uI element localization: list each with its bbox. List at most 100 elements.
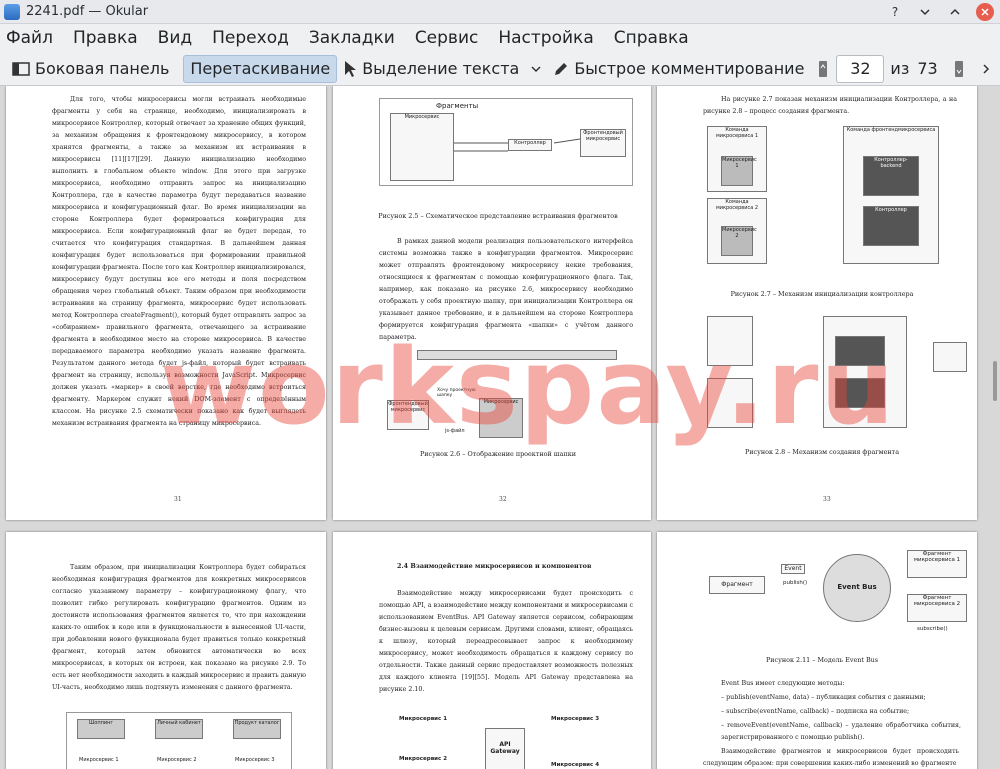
page-34-body-text: Таким образом, при инициализации Контрол… xyxy=(52,564,306,691)
fig-2-9-ms-3: Микросервис 3 xyxy=(235,757,275,763)
figure-2-11-caption: Рисунок 2.11 – Модель Event Bus xyxy=(765,656,879,664)
drag-mode-button[interactable]: Перетаскивание xyxy=(183,54,338,83)
fig-2-11-fragment: Фрагмент xyxy=(709,576,765,594)
figure-2-5-caption: Рисунок 2.5 – Схематическое представлени… xyxy=(378,212,618,220)
page-36-line-3: – subscribe(eventName, callback) – подпи… xyxy=(721,708,910,715)
next-page-button[interactable] xyxy=(952,55,966,83)
cursor-icon xyxy=(345,60,357,77)
fig-2-9-ms-2: Микросервис 2 xyxy=(157,757,197,763)
figure-2-9: Шоппинг Личный кабинет Продукт каталог М… xyxy=(66,712,292,769)
section-heading-2-4: 2.4 Взаимодействие микросервисов и компо… xyxy=(397,562,592,570)
fig-2-5-arrows xyxy=(454,138,581,152)
page-33-body-text: На рисунке 2.7 показан механизм инициали… xyxy=(703,96,957,115)
sidebar-label: Боковая панель xyxy=(35,59,170,78)
fig-2-7-ms-2: Микросервис 2 xyxy=(721,226,757,256)
fig-2-11-fragment-ms-2: Фрагмент микросервиса 2 xyxy=(907,594,967,622)
annotation-dropdown-button[interactable] xyxy=(525,55,547,83)
page-up-icon xyxy=(819,60,828,77)
figure-2-8 xyxy=(707,316,969,436)
fig-2-9-catalog: Продукт каталог xyxy=(233,719,281,739)
page-number-input[interactable]: 32 xyxy=(836,54,885,83)
page-33-number: 33 xyxy=(823,496,831,503)
pdf-page-32: Фрагменты Микросервис Контроллер Фронтен… xyxy=(333,86,651,520)
sidebar-icon xyxy=(12,61,30,76)
fig-2-10-ms-1: Микросервис 1 xyxy=(399,716,448,722)
previous-page-button[interactable] xyxy=(816,55,830,83)
menu-help[interactable]: Справка xyxy=(614,28,689,48)
fig-2-6-js-label: js-файл xyxy=(445,428,465,434)
figure-2-8-caption: Рисунок 2.8 – Механизм создания фрагмент… xyxy=(744,448,900,456)
figure-2-6: Фронтендовый микросервис Микросервис Хоч… xyxy=(385,348,621,448)
page-total: 73 xyxy=(917,59,938,78)
close-button[interactable] xyxy=(976,3,994,21)
menu-file[interactable]: Файл xyxy=(6,28,53,48)
fig-2-6-frontend: Фронтендовый микросервис xyxy=(387,400,429,430)
menu-bookmarks[interactable]: Закладки xyxy=(309,28,395,48)
fig-2-6-microservice: Микросервис xyxy=(479,398,523,438)
page-31-number: 31 xyxy=(174,496,182,503)
fig-2-9-ms-1: Микросервис 1 xyxy=(79,757,119,763)
fig-2-8-team-2 xyxy=(707,378,753,428)
fig-2-5-frontend: Фронтендовый микросервис xyxy=(580,129,626,157)
fig-2-7-controller: Контроллер xyxy=(863,206,919,246)
fig-2-9-shopping: Шоппинг xyxy=(77,719,125,739)
page-35-body-text: Взаимодействие между микросервисами буде… xyxy=(379,590,633,693)
figure-2-10: Микросервис 1 Микросервис 3 Микросервис … xyxy=(399,712,609,769)
fig-2-11-subscribe: subscribe() xyxy=(917,626,948,632)
maximize-button[interactable] xyxy=(946,3,964,21)
menu-edit[interactable]: Правка xyxy=(73,28,138,48)
menu-bar: Файл Правка Вид Переход Закладки Сервис … xyxy=(0,24,1000,52)
document-viewport[interactable]: Для того, чтобы микросервисы могли встра… xyxy=(0,86,1000,769)
quick-annotation-label: Быстрое комментирование xyxy=(574,59,805,78)
menu-go[interactable]: Переход xyxy=(212,28,289,48)
figure-2-6-caption: Рисунок 2.6 – Отображение проектной шапк… xyxy=(420,450,576,458)
fig-2-10-ms-4: Микросервис 4 xyxy=(551,762,600,768)
fig-2-8-controller xyxy=(835,378,885,408)
figure-2-7-caption: Рисунок 2.7 – Механизм инициализации кон… xyxy=(730,290,914,298)
chevron-right-icon xyxy=(983,63,990,74)
fig-2-10-gateway: API Gateway xyxy=(485,728,525,769)
page-36-line-1: Event Bus имеет следующие методы: xyxy=(721,680,845,687)
help-icon[interactable]: ? xyxy=(886,3,904,21)
page-36-line-5: Взаимодействие фрагментов и микросервисо… xyxy=(703,748,959,767)
figure-2-7: Команда микросервиса 1 Микросервис 1 Ком… xyxy=(707,126,939,266)
text-select-button[interactable]: Выделение текста xyxy=(337,55,525,83)
page-down-icon xyxy=(954,60,963,77)
main-toolbar: Боковая панель Перетаскивание Выделение … xyxy=(0,52,1000,86)
fig-2-8-controller-backend xyxy=(835,336,885,366)
pen-icon xyxy=(555,62,568,75)
menu-tools[interactable]: Сервис xyxy=(415,28,479,48)
menu-view[interactable]: Вид xyxy=(158,28,192,48)
figure-2-11: Фрагмент Event publish() Event Bus Фрагм… xyxy=(707,548,969,638)
page-32-number: 32 xyxy=(499,496,507,503)
fig-2-5-title: Фрагменты xyxy=(436,102,479,110)
okular-app-icon xyxy=(4,3,20,20)
fig-2-5-microservice: Микросервис xyxy=(390,113,454,181)
vertical-scrollbar[interactable] xyxy=(988,86,1000,769)
fig-2-8-team-frontend xyxy=(823,316,907,428)
quick-annotation-button[interactable]: Быстрое комментирование xyxy=(547,55,810,83)
fig-2-8-fragments xyxy=(933,342,967,372)
page-36-line-4: – removeEvent(eventName, callback) – уда… xyxy=(721,722,961,741)
fig-2-11-publish: publish() xyxy=(783,580,808,586)
chevron-down-icon xyxy=(531,65,541,72)
minimize-button[interactable] xyxy=(916,3,934,21)
fig-2-11-event-1: Event xyxy=(781,564,805,574)
page-36-line-2: – publish(eventName, data) – публикация … xyxy=(721,694,926,701)
fig-2-10-ms-3: Микросервис 3 xyxy=(551,716,600,722)
pdf-page-35: 2.4 Взаимодействие микросервисов и компо… xyxy=(333,532,651,769)
scrollbar-thumb[interactable] xyxy=(993,361,997,401)
fig-2-11-fragment-ms-1: Фрагмент микросервиса 1 xyxy=(907,550,967,578)
text-select-label: Выделение текста xyxy=(362,59,520,78)
sidebar-toggle-button[interactable]: Боковая панель xyxy=(6,55,175,83)
fig-2-11-event-bus: Event Bus xyxy=(823,554,891,622)
pdf-page-33: На рисунке 2.7 показан механизм инициали… xyxy=(657,86,977,520)
page-32-body-text: В рамках данной модели реализация пользо… xyxy=(379,238,633,341)
toolbar-overflow-button[interactable] xyxy=(976,55,996,83)
fig-2-10-ms-2: Микросервис 2 xyxy=(399,756,448,762)
fig-2-6-request-label: Хочу проектную шапку xyxy=(437,388,476,398)
pdf-page-31: Для того, чтобы микросервисы могли встра… xyxy=(6,86,326,520)
page-of-label: из xyxy=(890,59,910,78)
fig-2-9-account: Личный кабинет xyxy=(155,719,203,739)
menu-settings[interactable]: Настройка xyxy=(498,28,593,48)
